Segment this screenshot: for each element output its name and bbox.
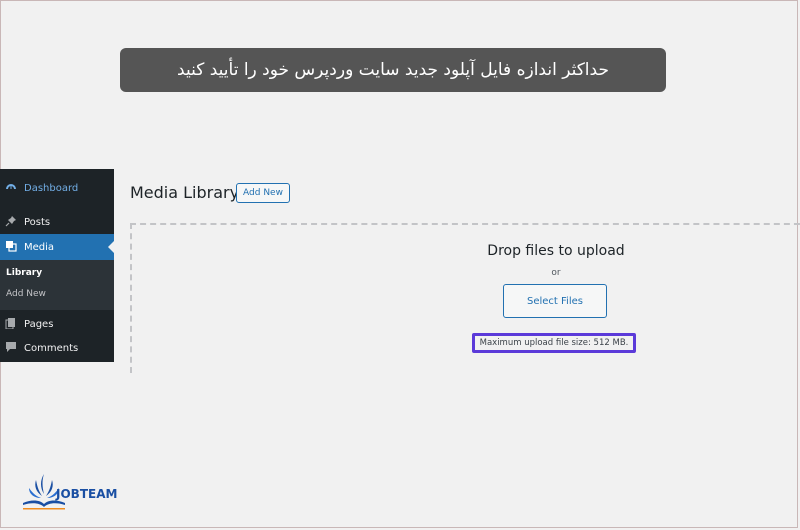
sidebar-item-dashboard[interactable]: Dashboard [0,175,114,201]
sidebar-item-media[interactable]: Media [0,234,114,260]
sidebar-item-posts[interactable]: Posts [0,209,114,235]
drop-files-heading: Drop files to upload [487,243,625,259]
submenu-item-library[interactable]: Library [6,268,42,278]
media-icon [4,240,18,254]
logo-wordmark: JOBTEAM [56,487,118,501]
max-upload-size-text: Maximum upload file size: 512 MB. [479,338,629,348]
sidebar-item-label: Media [24,241,55,253]
sidebar-item-label: Pages [24,318,54,330]
pin-icon [4,215,18,229]
submenu-item-add-new[interactable]: Add New [6,289,46,299]
sidebar-item-label: Posts [24,216,51,228]
sidebar-item-label: Dashboard [24,182,79,194]
media-submenu: Library Add New [0,260,114,310]
caption-banner: حداکثر اندازه فایل آپلود جدید سایت وردپر… [120,48,666,92]
or-separator: or [551,268,561,278]
pages-icon [4,317,18,331]
comment-icon [4,341,18,355]
admin-sidebar: Dashboard Posts Media Library Add New Pa… [0,169,114,362]
add-new-button[interactable]: Add New [236,183,290,203]
dashboard-icon [4,181,18,195]
max-upload-size-notice: Maximum upload file size: 512 MB. [472,333,636,353]
sidebar-item-comments[interactable]: Comments [0,335,114,361]
page-title: Media Library [130,183,240,202]
sidebar-item-label: Comments [24,342,79,354]
banner-text: حداکثر اندازه فایل آپلود جدید سایت وردپر… [177,60,609,80]
sidebar-item-pages[interactable]: Pages [0,311,114,337]
select-files-button[interactable]: Select Files [503,284,607,318]
